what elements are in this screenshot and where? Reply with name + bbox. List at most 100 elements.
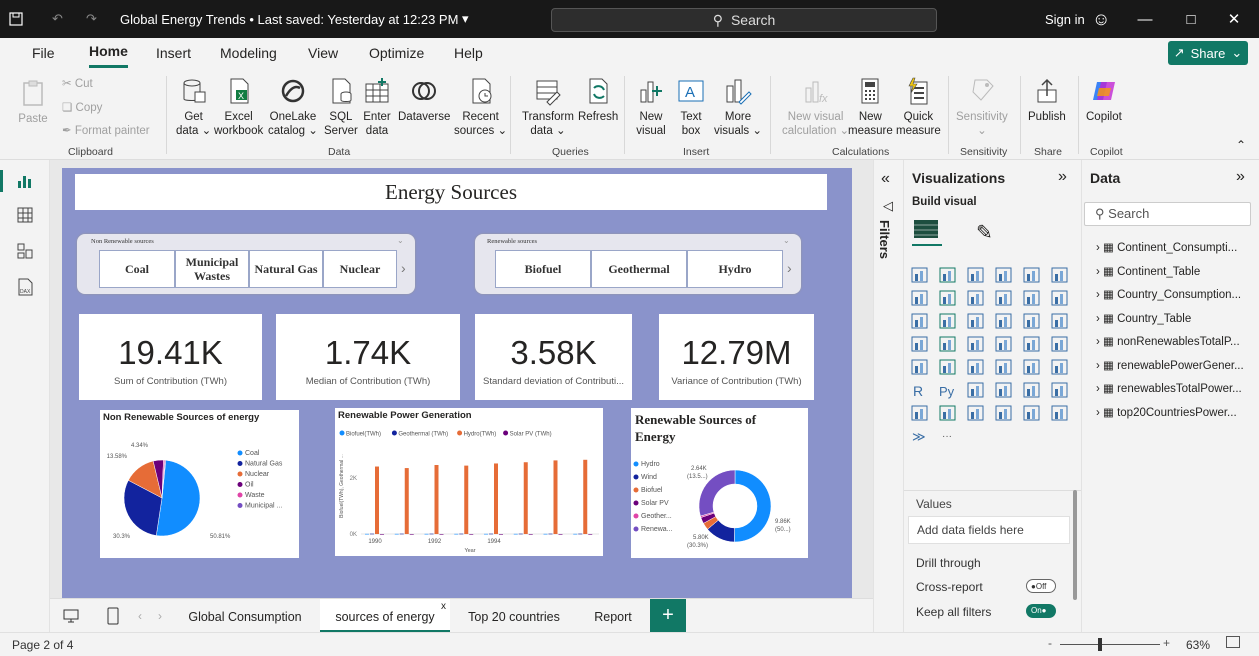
slicer-item-hydro[interactable]: Hydro — [687, 250, 783, 288]
kpi-card-stddev[interactable]: 3.58K Standard deviation of Contributi... — [475, 314, 632, 400]
visual-type-icon-3[interactable] — [995, 267, 1012, 283]
table-item[interactable]: › ▦ Continent_Table — [1096, 264, 1200, 278]
keep-filters-toggle[interactable]: On● — [1026, 604, 1056, 618]
close-tab-icon[interactable]: x — [441, 601, 446, 612]
filters-label[interactable]: Filters — [877, 220, 892, 259]
visual-type-icon-16[interactable] — [1023, 313, 1040, 329]
zoom-out-button[interactable]: - — [1048, 636, 1052, 650]
chevron-right-icon[interactable]: › — [787, 260, 792, 276]
kpi-card-median[interactable]: 1.74K Median of Contribution (TWh) — [276, 314, 460, 400]
data-search-input[interactable]: ⚲ Search — [1084, 202, 1251, 226]
visual-type-icon-29[interactable] — [1051, 359, 1068, 375]
visual-type-icon-0[interactable] — [911, 267, 928, 283]
visual-type-icon-26[interactable] — [967, 359, 984, 375]
zoom-slider-thumb[interactable] — [1098, 638, 1102, 651]
refresh-button[interactable]: Refresh — [578, 76, 618, 124]
visual-type-icon-25[interactable] — [939, 359, 956, 375]
sign-in-button[interactable]: Sign in ☺ — [1045, 0, 1110, 38]
search-box[interactable]: ⚲ Search — [551, 8, 937, 32]
sql-server-button[interactable]: SQL Server — [324, 76, 358, 138]
visual-type-icon-33[interactable] — [995, 382, 1012, 398]
more-visuals-button[interactable]: More visuals ⌄ — [714, 76, 762, 138]
report-view-icon[interactable] — [16, 172, 34, 190]
visual-type-icon-39[interactable] — [995, 405, 1012, 421]
visual-type-icon-19[interactable] — [939, 336, 956, 352]
visual-type-icon-5[interactable] — [1051, 267, 1068, 283]
collapse-ribbon-icon[interactable]: ⌃ — [1236, 138, 1246, 152]
tab-sources-of-energy[interactable]: sources of energy — [320, 599, 450, 633]
kpi-card-sum[interactable]: 19.41K Sum of Contribution (TWh) — [79, 314, 262, 400]
visual-type-icon-11[interactable] — [1051, 290, 1068, 306]
tab-scroll-right-icon[interactable]: › — [158, 609, 162, 623]
slicer-item-municipal-wastes[interactable]: Municipal Wastes — [175, 250, 249, 288]
chevron-right-icon[interactable]: › — [401, 260, 406, 276]
visual-type-icon-30[interactable]: R — [913, 383, 923, 399]
share-button[interactable]: ↗ Share ⌄ — [1168, 41, 1248, 65]
sensitivity-button[interactable]: Sensitivity ⌄ — [956, 76, 1008, 138]
table-item[interactable]: › ▦ renewablesTotalPower... — [1096, 381, 1242, 395]
chevron-down-icon[interactable]: ⌄ — [783, 236, 790, 245]
fit-to-page-icon[interactable] — [1226, 636, 1240, 648]
enter-data-button[interactable]: Enter data — [362, 76, 392, 138]
text-box-button[interactable]: A Text box — [676, 76, 706, 138]
menu-optimize[interactable]: Optimize — [369, 38, 424, 68]
menu-help[interactable]: Help — [454, 38, 483, 68]
visual-type-icon-42[interactable]: ≫ — [912, 429, 926, 444]
visual-type-icon-15[interactable] — [995, 313, 1012, 329]
format-visual-icon[interactable]: ✎ — [976, 220, 993, 245]
table-view-icon[interactable] — [16, 206, 34, 224]
table-item[interactable]: › ▦ top20CountriesPower... — [1096, 405, 1237, 419]
visual-type-icon-43[interactable]: ··· — [942, 431, 952, 442]
visual-type-icon-14[interactable] — [967, 313, 984, 329]
slicer-item-coal[interactable]: Coal — [99, 250, 175, 288]
zoom-slider-track[interactable] — [1060, 644, 1160, 645]
visual-type-icon-1[interactable] — [939, 267, 956, 283]
visual-type-icon-36[interactable] — [911, 405, 928, 421]
transform-data-button[interactable]: Transform data ⌄ — [522, 76, 574, 138]
save-icon[interactable] — [8, 0, 24, 38]
nonrenewable-pie-chart[interactable]: Non Renewable Sources of energy 50.81% 30… — [100, 410, 299, 558]
file-title[interactable]: Global Energy Trends • Last saved: Yeste… — [120, 0, 469, 38]
quick-measure-button[interactable]: Quick measure — [896, 76, 941, 138]
tab-report[interactable]: Report — [578, 599, 648, 633]
visual-type-icon-23[interactable] — [1051, 336, 1068, 352]
scrollbar[interactable] — [1073, 490, 1077, 600]
maximize-button[interactable]: □ — [1171, 0, 1211, 38]
paste-button[interactable]: Paste — [18, 78, 48, 126]
copilot-button[interactable]: Copilot — [1086, 76, 1122, 124]
visual-type-icon-41[interactable] — [1051, 405, 1068, 421]
minimize-button[interactable]: — — [1125, 0, 1165, 38]
slicer-item-geothermal[interactable]: Geothermal — [591, 250, 687, 288]
visual-type-icon-27[interactable] — [995, 359, 1012, 375]
renewable-donut-chart[interactable]: Renewable Sources of Energy Hydro Wind Bio… — [631, 408, 808, 558]
visual-type-icon-20[interactable] — [967, 336, 984, 352]
add-page-button[interactable]: + — [650, 599, 686, 632]
visual-type-icon-4[interactable] — [1023, 267, 1040, 283]
visual-type-icon-8[interactable] — [967, 290, 984, 306]
menu-home[interactable]: Home — [89, 38, 128, 68]
publish-button[interactable]: Publish — [1028, 76, 1066, 124]
new-visual-calculation-button[interactable]: fx New visual calculation ⌄ — [782, 76, 849, 138]
visual-type-icon-17[interactable] — [1051, 313, 1068, 329]
table-item[interactable]: › ▦ Country_Table — [1096, 311, 1191, 325]
undo-icon[interactable]: ↶ — [52, 0, 63, 38]
visual-type-icon-28[interactable] — [1023, 359, 1040, 375]
cross-report-toggle[interactable]: ●Off — [1026, 579, 1056, 593]
visual-type-icon-22[interactable] — [1023, 336, 1040, 352]
table-item[interactable]: › ▦ Continent_Consumpti... — [1096, 240, 1237, 254]
visual-type-icon-18[interactable] — [911, 336, 928, 352]
visual-type-icon-31[interactable]: Py — [939, 384, 955, 399]
close-button[interactable]: ✕ — [1214, 0, 1254, 38]
table-item[interactable]: › ▦ nonRenewablesTotalP... — [1096, 334, 1240, 348]
desktop-layout-icon[interactable] — [62, 607, 80, 625]
table-item[interactable]: › ▦ renewablePowerGener... — [1096, 358, 1244, 372]
chevron-down-icon[interactable]: ⌄ — [397, 236, 404, 245]
visual-type-icon-38[interactable] — [967, 405, 984, 421]
zoom-in-button[interactable]: + — [1163, 636, 1170, 650]
mobile-layout-icon[interactable] — [106, 607, 120, 625]
visual-type-icon-6[interactable] — [911, 290, 928, 306]
tab-scroll-left-icon[interactable]: ‹ — [138, 609, 142, 623]
collapse-filters-icon[interactable]: « — [881, 170, 890, 188]
menu-modeling[interactable]: Modeling — [220, 38, 277, 68]
build-visual-tab[interactable] — [912, 216, 942, 246]
